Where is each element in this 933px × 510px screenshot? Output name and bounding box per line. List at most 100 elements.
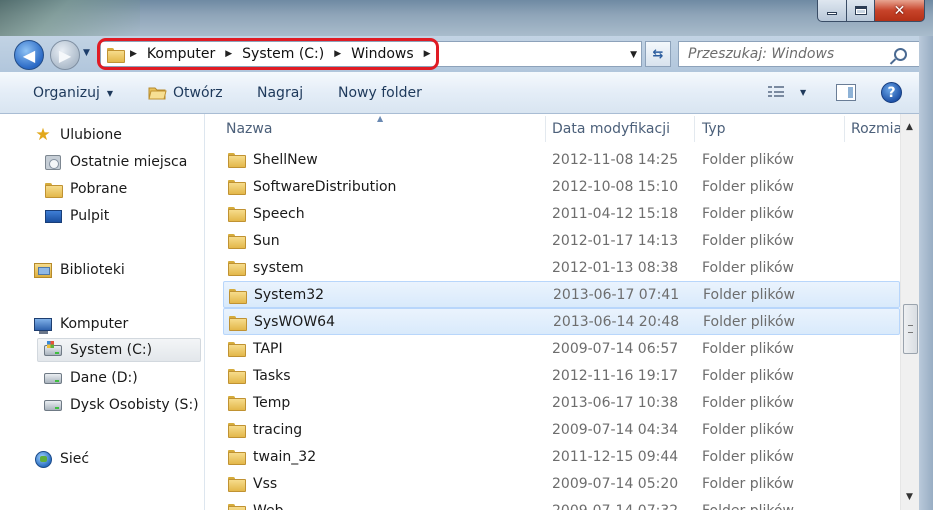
file-date: 2011-04-12 15:18 bbox=[552, 205, 679, 222]
file-name: twain_32 bbox=[253, 448, 317, 465]
column-divider[interactable] bbox=[694, 116, 695, 142]
file-name: Tasks bbox=[253, 367, 291, 384]
column-header-date[interactable]: Data modyfikacji bbox=[552, 114, 670, 144]
nav-item-network[interactable]: Sieć bbox=[34, 447, 89, 471]
folder-icon bbox=[228, 207, 246, 222]
folder-icon bbox=[228, 369, 246, 384]
close-button[interactable]: ✕ bbox=[875, 0, 925, 22]
file-date: 2009-07-14 06:57 bbox=[552, 340, 679, 357]
chevron-down-icon[interactable]: ▼ bbox=[800, 88, 806, 97]
burn-button[interactable]: Nagraj bbox=[257, 85, 303, 101]
file-date: 2013-06-17 07:41 bbox=[553, 286, 680, 303]
refresh-icon: ⇆ bbox=[652, 46, 664, 62]
file-type: Folder plików bbox=[702, 151, 795, 168]
maximize-button[interactable] bbox=[847, 0, 875, 22]
file-type: Folder plików bbox=[702, 503, 794, 510]
column-divider[interactable] bbox=[844, 116, 845, 142]
nav-item-computer[interactable]: Komputer bbox=[34, 312, 128, 336]
file-type: Folder plików bbox=[702, 205, 795, 222]
nav-label: Dane (D:) bbox=[70, 370, 138, 386]
folder-icon bbox=[228, 423, 246, 438]
folder-icon bbox=[228, 153, 246, 168]
file-date: 2013-06-14 20:48 bbox=[553, 313, 680, 330]
nav-item-libraries[interactable]: Biblioteki bbox=[34, 258, 125, 282]
wallpaper-decoration bbox=[0, 0, 140, 36]
scroll-up-icon[interactable]: ▲ bbox=[906, 122, 913, 132]
nav-item-favorites[interactable]: ★ Ulubione bbox=[34, 123, 121, 147]
nav-label: System (C:) bbox=[70, 342, 153, 358]
folder-icon bbox=[228, 396, 246, 411]
address-dropdown-icon[interactable]: ▼ bbox=[630, 50, 637, 60]
libraries-icon bbox=[34, 262, 52, 278]
column-header-type[interactable]: Typ bbox=[702, 114, 726, 144]
change-view-button[interactable]: ▼ bbox=[768, 86, 806, 98]
preview-pane-button[interactable] bbox=[836, 84, 856, 101]
nav-label: Pulpit bbox=[70, 208, 110, 224]
table-row[interactable]: Temp 2013-06-17 10:38 Folder plików bbox=[223, 389, 900, 416]
file-type: Folder plików bbox=[702, 475, 795, 492]
file-type: Folder plików bbox=[702, 340, 795, 357]
file-type: Folder plików bbox=[702, 232, 795, 249]
file-type: Folder plików bbox=[703, 286, 796, 303]
table-row[interactable]: System32 2013-06-17 07:41 Folder plików bbox=[223, 281, 900, 308]
table-row[interactable]: twain_32 2011-12-15 09:44 Folder plików bbox=[223, 443, 900, 470]
command-bar: Organizuj ▼ Otwórz Nagraj Nowy folder ▼ … bbox=[0, 72, 933, 114]
table-row[interactable]: ShellNew 2012-11-08 14:25 Folder plików bbox=[223, 146, 900, 173]
nav-label: Komputer bbox=[60, 316, 129, 332]
nav-item-recent[interactable]: Ostatnie miejsca bbox=[44, 150, 187, 174]
table-row[interactable]: Tasks 2012-11-16 19:17 Folder plików bbox=[223, 362, 900, 389]
table-row[interactable]: Vss 2009-07-14 05:20 Folder plików bbox=[223, 470, 900, 497]
file-name: Temp bbox=[253, 394, 291, 411]
nav-item-downloads[interactable]: Pobrane bbox=[44, 177, 127, 201]
column-header-size[interactable]: Rozmia bbox=[851, 114, 900, 144]
file-name: SysWOW64 bbox=[254, 313, 335, 330]
nav-item-system-drive[interactable]: System (C:) bbox=[37, 338, 201, 362]
table-row[interactable]: SoftwareDistribution 2012-10-08 15:10 Fold… bbox=[223, 173, 900, 200]
table-row[interactable]: tracing 2009-07-14 04:34 Folder plików bbox=[223, 416, 900, 443]
nav-label: Sieć bbox=[60, 451, 90, 467]
table-row[interactable]: TAPI 2009-07-14 06:57 Folder plików bbox=[223, 335, 900, 362]
refresh-button[interactable]: ⇆ bbox=[645, 41, 671, 67]
scroll-down-icon[interactable]: ▼ bbox=[906, 492, 913, 502]
open-button[interactable]: Otwórz bbox=[148, 85, 223, 101]
file-name: Web bbox=[253, 503, 284, 510]
network-icon bbox=[34, 450, 52, 468]
table-row[interactable]: system 2012-01-13 08:38 Folder plików bbox=[223, 254, 900, 281]
table-row[interactable]: Web 2009-07-14 07:32 Folder plików bbox=[223, 497, 900, 510]
organize-button[interactable]: Organizuj ▼ bbox=[33, 85, 113, 101]
close-icon: ✕ bbox=[893, 2, 906, 19]
column-header-name[interactable]: Nazwa bbox=[226, 114, 272, 144]
recent-pages-dropdown[interactable]: ▼ bbox=[83, 48, 90, 58]
downloads-folder-icon bbox=[45, 182, 63, 198]
forward-button[interactable]: ▶ bbox=[50, 40, 80, 70]
nav-item-data-drive[interactable]: Dane (D:) bbox=[44, 366, 138, 390]
minimize-button[interactable] bbox=[817, 0, 847, 22]
column-label: Nazwa bbox=[226, 121, 273, 137]
file-name: TAPI bbox=[253, 340, 283, 357]
file-date: 2013-06-17 10:38 bbox=[552, 394, 679, 411]
vertical-scrollbar[interactable]: ▲ ▼ bbox=[900, 114, 919, 510]
table-row[interactable]: Sun 2012-01-17 14:13 Folder plików bbox=[223, 227, 900, 254]
network-drive-icon bbox=[44, 399, 62, 411]
search-input[interactable]: Przeszukaj: Windows bbox=[688, 46, 894, 62]
table-row[interactable]: Speech 2011-04-12 15:18 Folder plików bbox=[223, 200, 900, 227]
file-date: 2009-07-14 05:20 bbox=[552, 475, 679, 492]
help-button[interactable]: ? bbox=[881, 82, 902, 103]
nav-label: Dysk Osobisty (S:) bbox=[70, 397, 199, 413]
nav-item-personal-drive[interactable]: Dysk Osobisty (S:) bbox=[44, 393, 199, 417]
search-icon[interactable] bbox=[894, 47, 907, 61]
back-button[interactable]: ◀ bbox=[14, 40, 44, 70]
table-row[interactable]: SysWOW64 2013-06-14 20:48 Folder plików bbox=[223, 308, 900, 335]
scrollbar-thumb[interactable] bbox=[903, 304, 918, 354]
desktop-icon bbox=[44, 209, 62, 223]
system-drive-icon bbox=[44, 340, 62, 356]
nav-item-desktop[interactable]: Pulpit bbox=[44, 204, 109, 228]
star-icon: ★ bbox=[35, 124, 51, 145]
column-divider[interactable] bbox=[545, 116, 546, 142]
search-box[interactable]: Przeszukaj: Windows bbox=[678, 41, 920, 67]
file-date: 2012-01-13 08:38 bbox=[552, 259, 679, 276]
folder-icon bbox=[228, 477, 246, 492]
new-folder-button[interactable]: Nowy folder bbox=[338, 85, 422, 101]
folder-icon bbox=[229, 316, 247, 331]
preview-pane-icon bbox=[836, 84, 856, 101]
